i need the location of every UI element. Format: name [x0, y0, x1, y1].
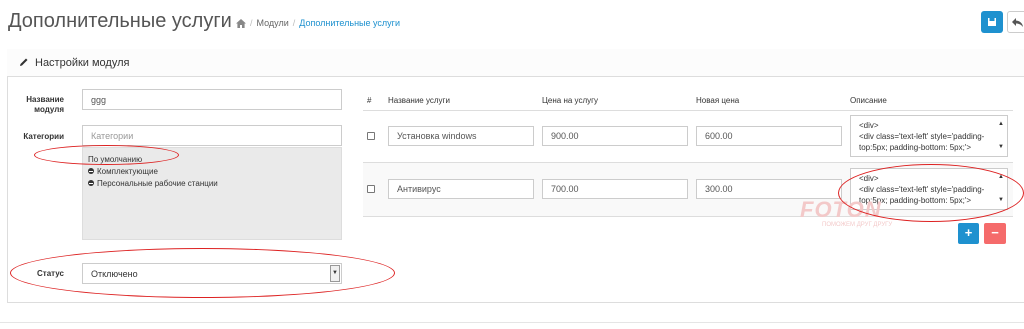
annotation-ellipse — [10, 248, 395, 298]
home-icon[interactable] — [236, 18, 246, 28]
description-text: <div> <div class='text-left' style='padd… — [859, 121, 985, 152]
col-header-new-price: Новая цена — [696, 96, 740, 105]
panel-heading: Настройки модуля — [7, 49, 1024, 77]
category-item[interactable]: Персональные рабочие станции — [88, 178, 336, 190]
remove-row-button[interactable]: − — [984, 223, 1006, 244]
service-price-input[interactable]: 700.00 — [542, 179, 688, 199]
save-button[interactable] — [981, 11, 1003, 33]
col-header-price: Цена на услугу — [542, 96, 599, 105]
reply-icon — [1012, 18, 1023, 27]
breadcrumb-item-modules[interactable]: Модули — [257, 18, 289, 28]
row-checkbox[interactable] — [367, 185, 375, 193]
footer-divider — [0, 322, 1024, 323]
service-description-textarea[interactable]: <div> <div class='text-left' style='padd… — [850, 115, 1008, 157]
annotation-ellipse — [838, 164, 1024, 222]
service-name-input[interactable]: Установка windows — [388, 126, 534, 146]
name-label: Название модуля — [26, 95, 64, 114]
remove-circle-icon[interactable] — [88, 180, 94, 186]
category-item[interactable]: Комплектующие — [88, 166, 336, 178]
service-new-price-input[interactable]: 600.00 — [696, 126, 842, 146]
annotation-ellipse — [34, 145, 179, 165]
module-name-input[interactable]: ggg — [82, 89, 342, 110]
add-row-button[interactable]: + — [958, 223, 979, 244]
table-header-divider — [363, 110, 1013, 111]
page-title: Дополнительные услуги — [8, 10, 232, 32]
service-price-input[interactable]: 900.00 — [542, 126, 688, 146]
breadcrumb: / Модули / Дополнительные услуги — [236, 18, 400, 28]
back-button[interactable] — [1007, 11, 1024, 33]
breadcrumb-item-current[interactable]: Дополнительные услуги — [299, 18, 400, 28]
categories-input[interactable]: Категории — [82, 125, 342, 146]
watermark-subtitle: ПОМОЖЕМ ДРУГ ДРУГУ — [822, 222, 893, 228]
breadcrumb-separator: / — [250, 18, 253, 28]
service-name-input[interactable]: Антивирус — [388, 179, 534, 199]
col-header-name: Название услуги — [388, 96, 450, 105]
scroll-up-icon[interactable]: ▲ — [998, 119, 1004, 130]
categories-label: Категории — [23, 132, 64, 141]
col-header-index: # — [367, 96, 372, 105]
service-new-price-input[interactable]: 300.00 — [696, 179, 842, 199]
breadcrumb-separator: / — [292, 18, 296, 28]
remove-circle-icon[interactable] — [88, 168, 94, 174]
pencil-icon — [20, 58, 28, 66]
floppy-icon — [988, 18, 996, 26]
col-header-description: Описание — [850, 96, 887, 105]
row-checkbox[interactable] — [367, 132, 375, 140]
scroll-down-icon[interactable]: ▼ — [998, 142, 1004, 153]
